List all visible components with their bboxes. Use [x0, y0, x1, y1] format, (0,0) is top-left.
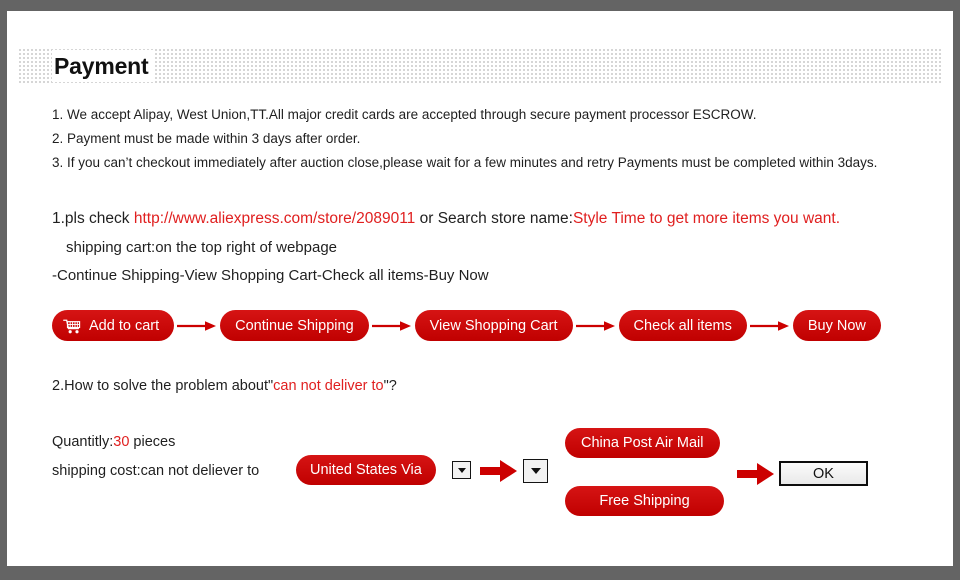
terms-line-2: 2. Payment must be made within 3 days af… — [52, 131, 361, 146]
quantity-label: Quantitly: — [52, 434, 114, 450]
continue-shipping-label: Continue Shipping — [235, 317, 354, 334]
quantity-line: Quantitly:30 pieces — [52, 433, 175, 451]
continue-shipping-button[interactable]: Continue Shipping — [220, 310, 369, 341]
check-all-items-label: Check all items — [633, 317, 732, 334]
view-shopping-cart-button[interactable]: View Shopping Cart — [414, 310, 573, 341]
quantity-value: 30 — [113, 434, 130, 450]
store-instruction-line-3: -Continue Shipping-View Shopping Cart-Ch… — [52, 267, 489, 284]
store-instruction-line-2: shipping cart:on the top right of webpag… — [66, 239, 338, 256]
frame-top-bar — [0, 0, 960, 11]
shopping-cart-icon — [63, 319, 82, 334]
store-url-link[interactable]: http://www.aliexpress.com/store/2089011 — [134, 210, 415, 227]
arrow-right-icon — [174, 316, 220, 336]
quantity-unit: pieces — [129, 434, 176, 450]
frame-left-bar — [0, 11, 7, 566]
store-name-text: Style Time to get more items you want. — [572, 210, 841, 227]
ok-button[interactable]: OK — [779, 461, 868, 486]
arrow-right-thick-icon — [737, 461, 775, 487]
arrow-right-icon — [573, 316, 619, 336]
chevron-down-icon — [457, 467, 466, 473]
page-root: Payment 1. We accept Alipay, West Union,… — [0, 0, 960, 580]
arrow-right-thick-icon — [480, 458, 518, 484]
frame-bottom-bar — [0, 566, 960, 580]
add-to-cart-button[interactable]: Add to cart — [52, 310, 175, 341]
ok-button-label: OK — [813, 465, 834, 482]
country-select-pill[interactable]: United States Via — [296, 455, 436, 485]
page-title: Payment — [52, 50, 155, 82]
store-instruction-prefix: 1.pls check — [52, 210, 134, 227]
checkout-flow: Add to cart Continue Shipping View Shopp… — [52, 310, 881, 341]
store-instruction-middle: or Search store name: — [415, 210, 573, 227]
arrow-right-icon — [369, 316, 415, 336]
country-select-label: United States Via — [310, 462, 422, 478]
problem-prefix: 2.How to solve the problem about" — [52, 378, 274, 394]
frame-right-bar — [953, 11, 960, 566]
problem-question: 2.How to solve the problem about"can not… — [52, 377, 397, 395]
problem-suffix: "? — [383, 378, 397, 394]
add-to-cart-label: Add to cart — [89, 317, 160, 334]
buy-now-button[interactable]: Buy Now — [792, 310, 881, 341]
shipping-option-free-shipping[interactable]: Free Shipping — [565, 486, 724, 516]
check-all-items-button[interactable]: Check all items — [618, 310, 747, 341]
buy-now-label: Buy Now — [807, 317, 866, 334]
shipping-cost-label: shipping cost:can not deliever to — [52, 463, 260, 479]
shipping-option-china-post[interactable]: China Post Air Mail — [565, 428, 720, 458]
store-instruction-line-1: 1.pls check http://www.aliexpress.com/st… — [52, 210, 840, 228]
view-shopping-cart-label: View Shopping Cart — [429, 317, 558, 334]
chevron-down-icon — [530, 468, 541, 474]
shipping-method-dropdown-toggle[interactable] — [523, 459, 548, 483]
terms-line-1: 1. We accept Alipay, West Union,TT.All m… — [52, 107, 757, 122]
arrow-right-icon — [747, 316, 793, 336]
problem-highlight: can not deliver to — [273, 378, 384, 394]
header-band — [18, 48, 943, 85]
terms-line-3: 3. If you can’t checkout immediately aft… — [52, 155, 878, 170]
country-dropdown-toggle[interactable] — [452, 461, 471, 479]
shipping-option-china-post-label: China Post Air Mail — [581, 435, 704, 451]
shipping-option-free-shipping-label: Free Shipping — [599, 493, 690, 509]
